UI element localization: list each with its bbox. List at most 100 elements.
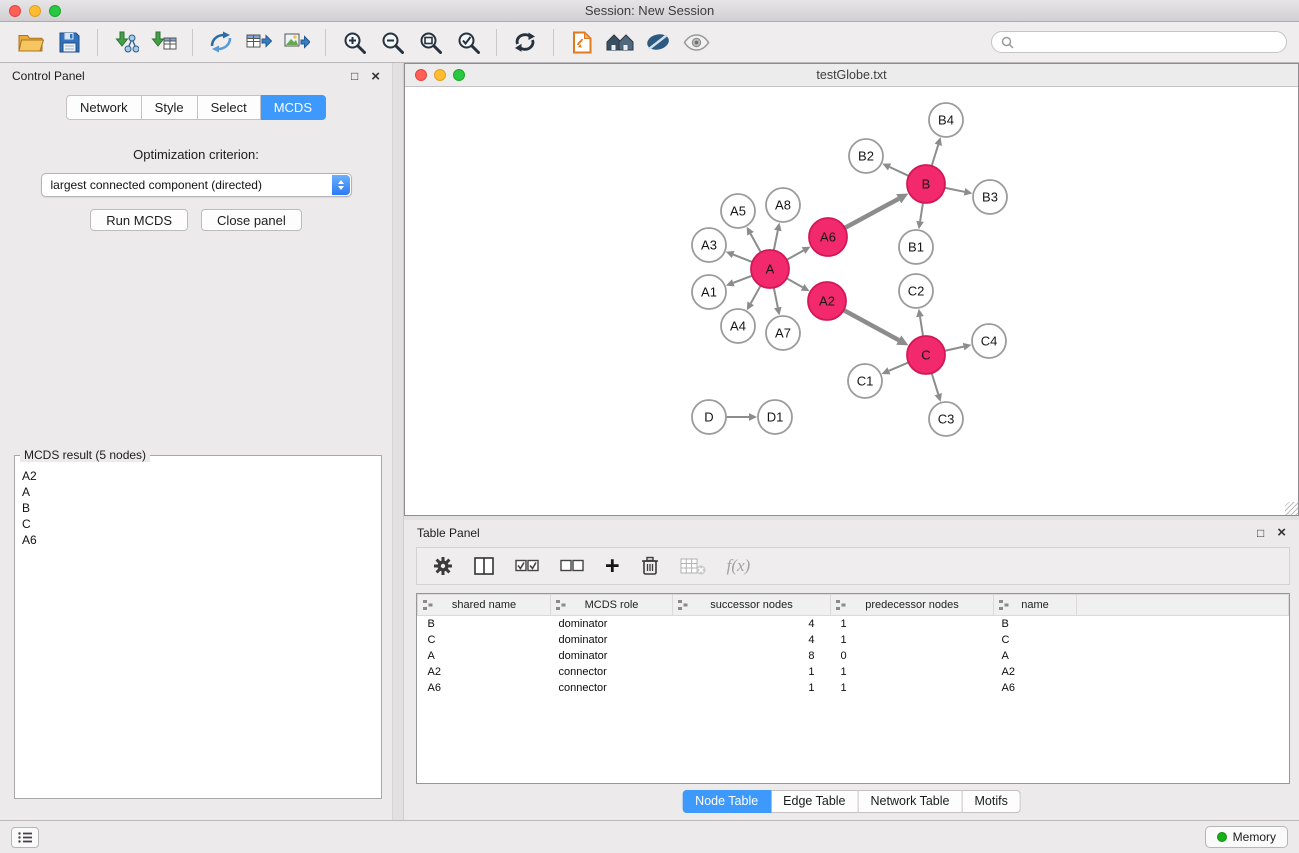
import-table-button[interactable] [145, 25, 183, 59]
export-table-button[interactable] [240, 25, 278, 59]
graph-node-A2[interactable]: A2 [808, 282, 846, 320]
delete-column-button[interactable] [641, 556, 659, 576]
tab-mcds[interactable]: MCDS [261, 95, 326, 120]
close-network-window-button[interactable] [415, 69, 427, 81]
status-bar: Memory [0, 820, 1299, 853]
delete-table-button[interactable] [680, 557, 706, 575]
graphics-details-button[interactable] [677, 25, 715, 59]
tab-network[interactable]: Network [66, 95, 142, 120]
zoom-in-button[interactable] [335, 25, 373, 59]
select-all-columns-button[interactable] [515, 559, 539, 573]
tab-node-table[interactable]: Node Table [682, 790, 771, 813]
zoom-network-window-button[interactable] [453, 69, 465, 81]
open-file-button[interactable] [12, 25, 50, 59]
tab-edge-table[interactable]: Edge Table [771, 790, 858, 813]
table-row[interactable]: Bdominator41B [418, 616, 1289, 632]
function-builder-button[interactable]: f(x) [727, 556, 751, 576]
run-mcds-button[interactable]: Run MCDS [90, 209, 188, 231]
table-row[interactable]: Adominator80A [418, 648, 1289, 664]
style-toggle-button[interactable] [639, 25, 677, 59]
graph-node-B2[interactable]: B2 [849, 139, 883, 173]
close-panel-icon[interactable]: × [371, 69, 380, 84]
graph-edge-arrow [916, 221, 924, 230]
column-header-MCDS-role[interactable]: MCDS role [551, 595, 673, 616]
control-panel-title: Control Panel [12, 69, 85, 83]
import-network-button[interactable] [107, 25, 145, 59]
export-image-button[interactable] [278, 25, 316, 59]
zoom-out-button[interactable] [373, 25, 411, 59]
graph-node-A3[interactable]: A3 [692, 228, 726, 262]
curation-document-button[interactable] [563, 25, 601, 59]
graph-node-C1[interactable]: C1 [848, 364, 882, 398]
column-header-name[interactable]: name [994, 595, 1077, 616]
network-window-titlebar[interactable]: testGlobe.txt [405, 64, 1298, 87]
svg-text:B3: B3 [982, 190, 998, 205]
save-icon [59, 32, 80, 53]
close-table-panel-icon[interactable]: × [1277, 525, 1286, 540]
table-settings-button[interactable] [433, 556, 453, 576]
column-header-successor-nodes[interactable]: successor nodes [673, 595, 831, 616]
graph-node-A1[interactable]: A1 [692, 275, 726, 309]
refresh-layout-button[interactable] [506, 25, 544, 59]
home-button[interactable] [601, 25, 639, 59]
panel-splitter[interactable] [392, 63, 404, 820]
show-columns-button[interactable] [474, 557, 494, 575]
mcds-result-item[interactable]: A2 [22, 468, 374, 484]
graph-node-C4[interactable]: C4 [972, 324, 1006, 358]
search-input[interactable] [1019, 35, 1277, 49]
tab-style[interactable]: Style [142, 95, 198, 120]
save-session-button[interactable] [50, 25, 88, 59]
table-row[interactable]: Cdominator41C [418, 632, 1289, 648]
minimize-network-window-button[interactable] [434, 69, 446, 81]
graph-node-C2[interactable]: C2 [899, 274, 933, 308]
graph-node-D[interactable]: D [692, 400, 726, 434]
search-box[interactable] [991, 31, 1287, 53]
mcds-result-item[interactable]: A [22, 484, 374, 500]
graph-node-B4[interactable]: B4 [929, 103, 963, 137]
graph-node-B1[interactable]: B1 [899, 230, 933, 264]
graph-node-A7[interactable]: A7 [766, 316, 800, 350]
fullscreen-window-button[interactable] [49, 5, 61, 17]
tab-network-table[interactable]: Network Table [859, 790, 963, 813]
graph-node-A6[interactable]: A6 [809, 218, 847, 256]
graph-node-D1[interactable]: D1 [758, 400, 792, 434]
graph-node-A5[interactable]: A5 [721, 194, 755, 228]
column-header-shared-name[interactable]: shared name [418, 595, 551, 616]
close-panel-button[interactable]: Close panel [201, 209, 302, 231]
resize-grip[interactable] [1285, 502, 1298, 515]
table-row[interactable]: A6connector11A6 [418, 680, 1289, 696]
graph-node-B3[interactable]: B3 [973, 180, 1007, 214]
main-area: Control Panel □ × NetworkStyleSelectMCDS… [0, 63, 1299, 820]
unselect-all-columns-button[interactable] [560, 559, 584, 573]
zoom-selected-button[interactable] [449, 25, 487, 59]
float-table-panel-icon[interactable]: □ [1257, 526, 1264, 540]
mcds-result-item[interactable]: B [22, 500, 374, 516]
tab-select[interactable]: Select [198, 95, 261, 120]
graph-node-A4[interactable]: A4 [721, 309, 755, 343]
criterion-dropdown[interactable]: largest connected component (directed) [41, 173, 352, 197]
network-from-selection-button[interactable] [202, 25, 240, 59]
svg-text:C4: C4 [981, 334, 998, 349]
memory-button[interactable]: Memory [1205, 826, 1288, 848]
svg-text:B1: B1 [908, 240, 924, 255]
optimization-criterion-label: Optimization criterion: [0, 147, 392, 162]
create-column-button[interactable]: + [605, 554, 620, 579]
graph-edge [945, 188, 965, 192]
graph-node-C[interactable]: C [907, 336, 945, 374]
network-canvas[interactable]: B4 B2 B B3 A5 A8 A6 A3 B1 A A1 C2 A2 A4 A7 C4 C C1 C3 D D1 [405, 87, 1298, 515]
zoom-fit-button[interactable] [411, 25, 449, 59]
close-window-button[interactable] [9, 5, 21, 17]
float-panel-icon[interactable]: □ [351, 69, 358, 83]
table-row[interactable]: A2connector11A2 [418, 664, 1289, 680]
tab-motifs[interactable]: Motifs [962, 790, 1020, 813]
mcds-result-item[interactable]: C [22, 516, 374, 532]
graph-node-A[interactable]: A [751, 250, 789, 288]
minimize-window-button[interactable] [29, 5, 41, 17]
column-header-predecessor-nodes[interactable]: predecessor nodes [831, 595, 994, 616]
graph-node-B[interactable]: B [907, 165, 945, 203]
mcds-result-item[interactable]: A6 [22, 532, 374, 548]
node-table-container[interactable]: shared nameMCDS rolesuccessor nodesprede… [416, 593, 1290, 784]
task-history-button[interactable] [11, 827, 39, 848]
graph-node-C3[interactable]: C3 [929, 402, 963, 436]
graph-node-A8[interactable]: A8 [766, 188, 800, 222]
